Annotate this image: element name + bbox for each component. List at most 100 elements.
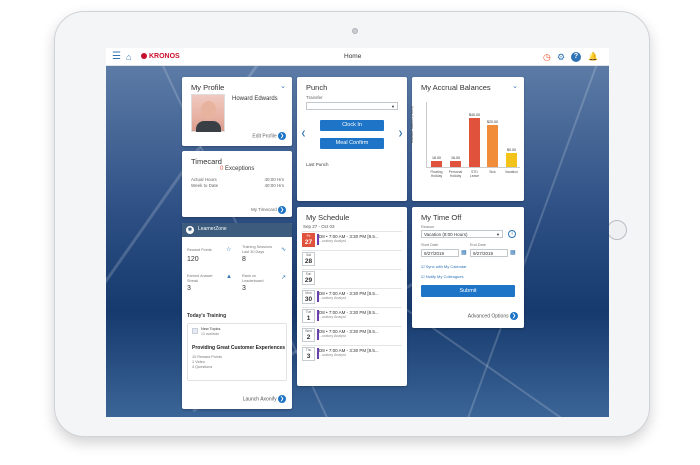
accruals-title: My Accrual Balances	[421, 83, 491, 92]
reason-label: Reason	[421, 225, 435, 229]
submit-button[interactable]: Submit	[421, 285, 515, 297]
chart-category-label: STD Leave	[469, 170, 480, 178]
arrow-right-icon[interactable]: ❯	[278, 206, 286, 214]
chart-ylabel: Available Balance (Hours)	[410, 106, 414, 143]
schedule-day-number: 2	[306, 333, 311, 341]
logo-text: KRONOS	[148, 53, 180, 60]
timeoff-title: My Time Off	[421, 213, 462, 222]
clock-in-button[interactable]: Clock In	[320, 120, 384, 131]
arrow-right-icon[interactable]: ❯	[278, 132, 286, 140]
timecard-row-label: Week to Date	[191, 183, 219, 188]
help-icon[interactable]: ?	[571, 52, 581, 62]
arrow-left-icon[interactable]: ❮	[301, 130, 306, 137]
avatar	[191, 94, 225, 132]
transfer-select[interactable]: ▼	[306, 102, 398, 110]
arrow-right-icon[interactable]: ❯	[510, 312, 518, 320]
shift-role: ...uratory Analyst	[319, 353, 346, 357]
shift-details: D8 • 7:00 AM - 3:30 PM [8.5... ...uratory…	[319, 234, 379, 243]
schedule-date-tile: Mon 30	[302, 290, 315, 304]
home-icon[interactable]: ⌂	[126, 48, 131, 66]
training-course-tile[interactable]: New Topics 10 available Providing Great …	[187, 323, 287, 381]
notify-colleagues-label: Notify My Colleagues	[425, 274, 464, 279]
arrow-right-icon[interactable]: ❯	[398, 130, 403, 137]
flame-icon: ▲	[226, 274, 232, 280]
end-date-label: End Date	[470, 243, 486, 247]
advanced-options-link[interactable]: Advanced Options ❯	[468, 312, 518, 320]
schedule-day-row[interactable]: Wed 2 D8 • 7:00 AM - 3:30 PM [8.5... ...ura…	[302, 326, 402, 342]
schedule-day-row[interactable]: Tue 1 D8 • 7:00 AM - 3:30 PM [8.5... ...ura…	[302, 307, 402, 323]
sync-calendar-checkbox[interactable]: ☑ Sync with My Calendar	[421, 264, 467, 269]
schedule-date-tile: Sat 28	[302, 252, 315, 266]
timecard-row-value: 40:00 Hrs	[264, 177, 284, 182]
chart-bar[interactable]	[487, 125, 498, 167]
edit-profile-link[interactable]: Edit Profile ❯	[252, 132, 286, 140]
punch-card: Punch Transfer ▼ ❮ ❯ Clock In Meal Confi…	[297, 77, 407, 201]
shift-details: D8 • 7:00 AM - 3:30 PM [8.5... ...uratory…	[319, 310, 379, 319]
start-date-input[interactable]: 9/27/2019	[421, 249, 459, 257]
chart-category-label: Floating Holiday	[430, 170, 443, 178]
end-date-input[interactable]: 9/27/2019	[470, 249, 508, 257]
gear-icon[interactable]: ⚙	[557, 48, 565, 66]
schedule-day-number: 3	[306, 352, 311, 360]
schedule-date-tile: Thu 3	[302, 347, 315, 361]
chart-bar[interactable]	[506, 153, 517, 167]
chart-bar[interactable]	[450, 161, 461, 167]
arrow-right-icon[interactable]: ❯	[278, 395, 286, 403]
meal-confirm-button[interactable]: Meal Confirm	[320, 138, 384, 149]
learnerzone-card: ✱ LearnerZone Reward Points 120 ☆ Traini…	[182, 223, 292, 409]
shift-role: ...uratory Analyst	[319, 296, 346, 300]
accruals-card: My Accrual Balances ⌄ Available Balance …	[410, 77, 524, 201]
chart-bar[interactable]	[469, 118, 480, 167]
schedule-day-row[interactable]: Sun 29	[302, 269, 402, 285]
schedule-date-tile: Sun 29	[302, 271, 315, 285]
chart-value-label: 16.00	[451, 156, 460, 160]
course-meta: 1 Video	[192, 360, 205, 364]
sync-calendar-label: Sync with My Calendar	[425, 264, 467, 269]
course-meta: 10 Reward Points	[192, 355, 222, 359]
app-screen: ☰ ⌂ KRONOS Home ◷ ⚙ ? 🔔 My Profile ⌄ How…	[106, 48, 609, 417]
schedule-day-row[interactable]: Thu 3 D8 • 7:00 AM - 3:30 PM [8.5... ...ura…	[302, 345, 402, 361]
clock-icon[interactable]: ◷	[543, 48, 551, 66]
chevron-down-icon[interactable]: ⌄	[280, 82, 286, 90]
schedule-date-tile: Fri 27	[302, 233, 315, 247]
stat-label: Training Sessions Last 30 Days	[242, 245, 273, 254]
schedule-day-number: 28	[304, 257, 313, 265]
top-bar: ☰ ⌂ KRONOS Home ◷ ⚙ ? 🔔	[106, 48, 609, 66]
schedule-day-row[interactable]: Mon 30 D8 • 7:00 AM - 3:30 PM [8.5... ...ur…	[302, 288, 402, 304]
my-timecard-link[interactable]: My Timecard ❯	[251, 206, 286, 214]
my-timecard-label: My Timecard	[250, 207, 277, 213]
pulse-icon: ∿	[281, 247, 287, 253]
shift-details: D8 • 7:00 AM - 3:30 PM [8.5... ...uratory…	[319, 329, 379, 338]
start-date-label: Start Date	[421, 243, 439, 247]
trend-icon: ↗	[281, 275, 287, 281]
launch-axonify-link[interactable]: Launch Axonify ❯	[243, 395, 286, 403]
notify-colleagues-checkbox[interactable]: ☑ Notify My Colleagues	[421, 274, 464, 279]
schedule-day-row[interactable]: Fri 27 D8 • 7:00 AM - 3:30 PM [8.5... ...ur…	[302, 231, 402, 247]
info-icon[interactable]: i	[508, 230, 516, 238]
menu-icon[interactable]: ☰	[112, 48, 121, 66]
schedule-dow: Tue	[305, 310, 312, 314]
schedule-dow: Sat	[306, 253, 311, 257]
stat-value: 8	[242, 256, 246, 263]
reason-select[interactable]: Vacation (8:00 Hours) ▼	[421, 230, 503, 238]
course-title: Providing Great Customer Experiences	[192, 345, 286, 351]
dropdown-arrow-icon: ▼	[496, 232, 500, 237]
bell-icon[interactable]: 🔔	[588, 48, 598, 66]
calendar-icon[interactable]: ▦	[510, 249, 516, 256]
camera	[352, 28, 358, 34]
chevron-down-icon[interactable]: ⌄	[512, 82, 518, 90]
chart-bar[interactable]	[431, 161, 442, 167]
stat-label: Rank on Leaderboard	[242, 274, 264, 283]
schedule-card: My Schedule Sep 27 - Oct 03 Fri 27 D8 • 7:…	[297, 207, 407, 386]
learnerzone-logo-icon: ✱	[186, 226, 194, 234]
home-hardware-button[interactable]	[607, 220, 627, 240]
stat-value: 3	[242, 285, 246, 292]
timecard-title: Timecard	[191, 157, 222, 166]
stat-label: Reward Points	[187, 248, 212, 252]
schedule-day-row[interactable]: Sat 28	[302, 250, 402, 266]
shift-role: ...uratory Analyst	[319, 334, 346, 338]
calendar-icon[interactable]: ▦	[461, 249, 467, 256]
kronos-logo-icon	[141, 53, 147, 59]
schedule-day-number: 27	[304, 238, 313, 246]
schedule-day-number: 29	[304, 276, 313, 284]
